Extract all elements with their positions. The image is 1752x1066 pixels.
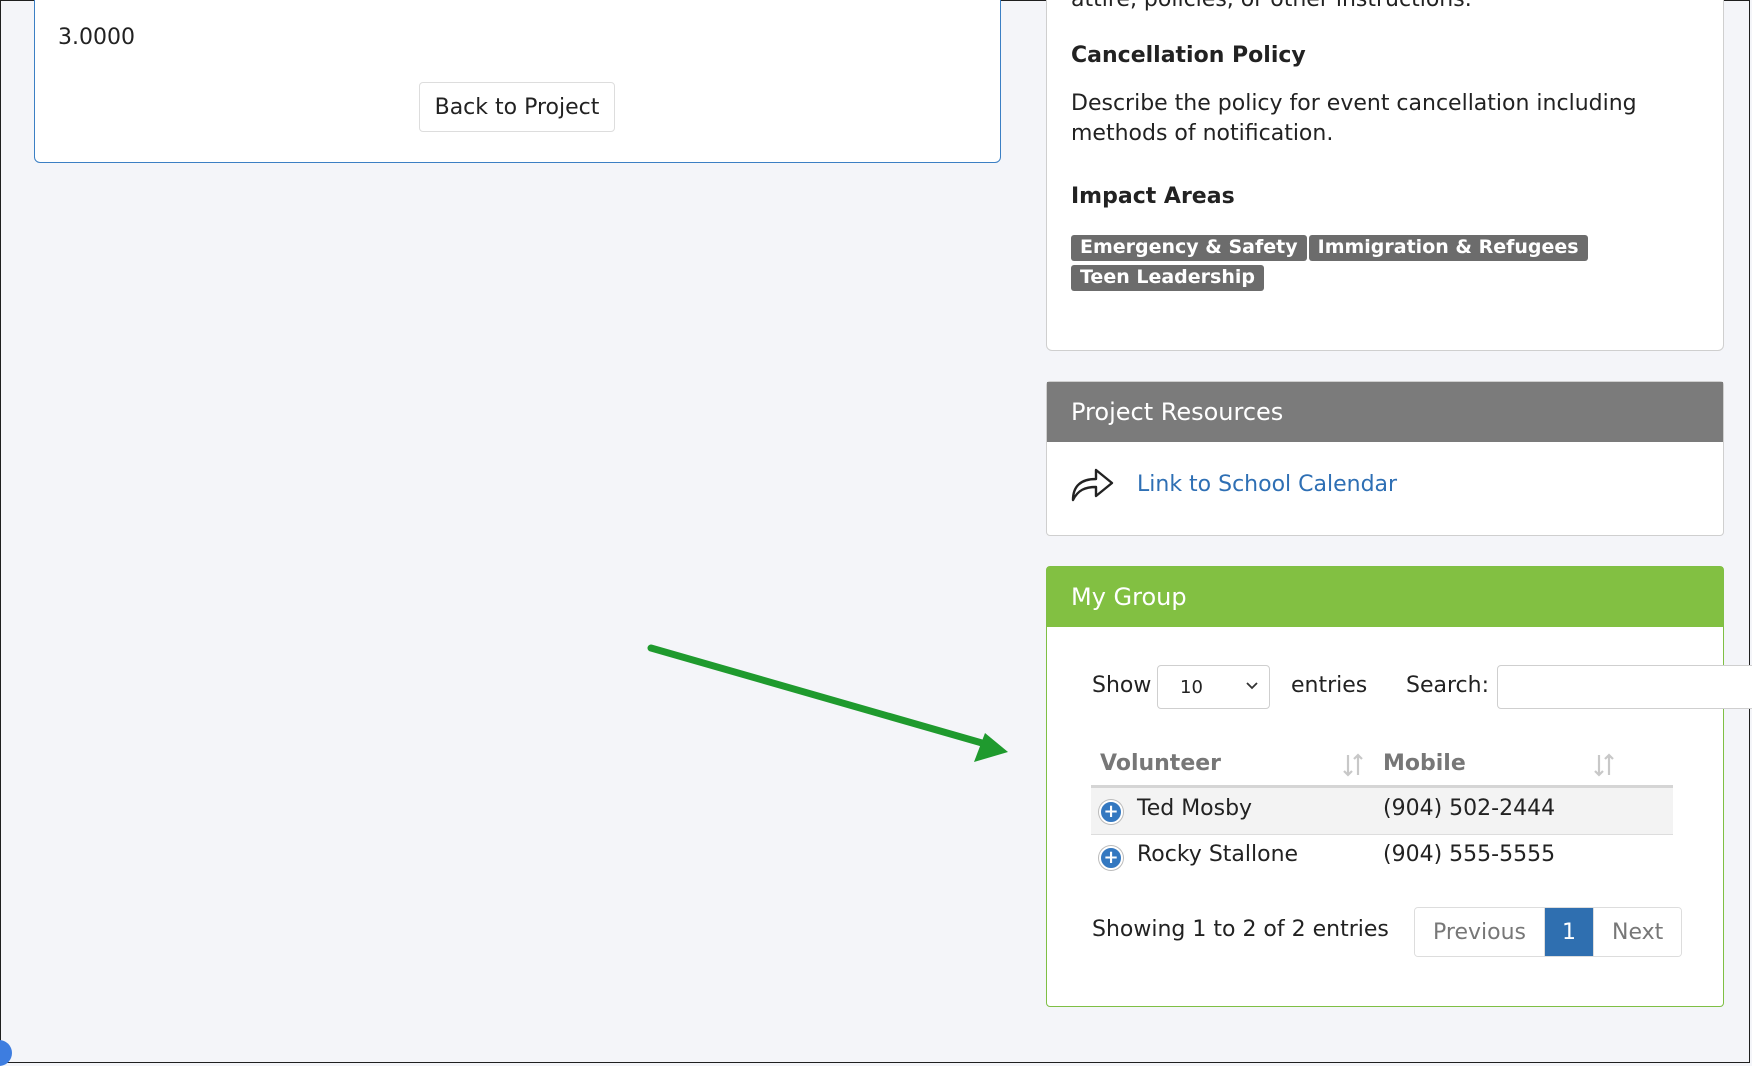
hours-value: 3.0000	[58, 25, 135, 50]
table-info: Showing 1 to 2 of 2 entries	[1092, 917, 1389, 942]
project-resources-title: Project Resources	[1047, 382, 1723, 442]
impact-areas-tags: Emergency & Safety Immigration & Refugees…	[1071, 235, 1711, 295]
volunteer-cell: Ted Mosby	[1137, 796, 1253, 821]
back-to-project-button[interactable]: Back to Project	[419, 82, 615, 132]
pagination: Previous 1 Next	[1414, 907, 1683, 957]
entries-per-page-select[interactable]: 10	[1157, 665, 1270, 709]
my-group-panel: My Group Show 10 entries Search: Volunte…	[1046, 566, 1752, 1007]
search-input[interactable]	[1497, 665, 1752, 709]
school-calendar-link[interactable]: Link to School Calendar	[1137, 472, 1397, 497]
entries-per-page-value: 10	[1180, 676, 1203, 698]
next-page-button[interactable]: Next	[1592, 908, 1682, 956]
table-row: + Rocky Stallone (904) 555-5555	[1091, 834, 1673, 880]
share-icon	[1071, 468, 1114, 502]
sort-icon[interactable]	[1342, 751, 1364, 779]
table-row: + Ted Mosby (904) 502-2444	[1091, 788, 1673, 835]
impact-tag: Emergency & Safety	[1071, 235, 1307, 261]
project-resources-panel: Project Resources Link to School Calenda…	[1046, 381, 1724, 536]
my-group-title: My Group	[1047, 567, 1723, 627]
mobile-cell: (904) 555-5555	[1383, 842, 1556, 867]
impact-areas-heading: Impact Areas	[1071, 184, 1235, 209]
expand-row-icon[interactable]: +	[1099, 846, 1123, 870]
volunteer-cell: Rocky Stallone	[1137, 842, 1299, 867]
impact-tag: Immigration & Refugees	[1308, 235, 1588, 261]
chat-widget-icon[interactable]	[0, 1040, 12, 1066]
expand-row-icon[interactable]: +	[1099, 800, 1123, 824]
column-header-volunteer[interactable]: Volunteer	[1100, 751, 1221, 776]
chevron-down-icon	[1246, 682, 1258, 690]
show-label: Show	[1092, 673, 1152, 698]
cancellation-policy-text: Describe the policy for event cancellati…	[1071, 91, 1637, 146]
previous-page-button[interactable]: Previous	[1415, 908, 1544, 956]
project-summary-card: 3.0000 Back to Project	[34, 0, 1001, 163]
project-details-card: attire, policies, or other instructions.…	[1046, 0, 1724, 351]
column-header-mobile[interactable]: Mobile	[1383, 751, 1466, 776]
cancellation-policy-heading: Cancellation Policy	[1071, 43, 1306, 68]
sort-icon[interactable]	[1593, 751, 1615, 779]
page-1-button[interactable]: 1	[1543, 908, 1593, 956]
search-label: Search:	[1406, 673, 1489, 698]
mobile-cell: (904) 502-2444	[1383, 796, 1556, 821]
resource-item: Link to School Calendar	[1069, 464, 1397, 504]
entries-label: entries	[1291, 673, 1368, 698]
instructions-text: attire, policies, or other instructions.	[1071, 0, 1472, 12]
impact-tag: Teen Leadership	[1071, 265, 1264, 291]
